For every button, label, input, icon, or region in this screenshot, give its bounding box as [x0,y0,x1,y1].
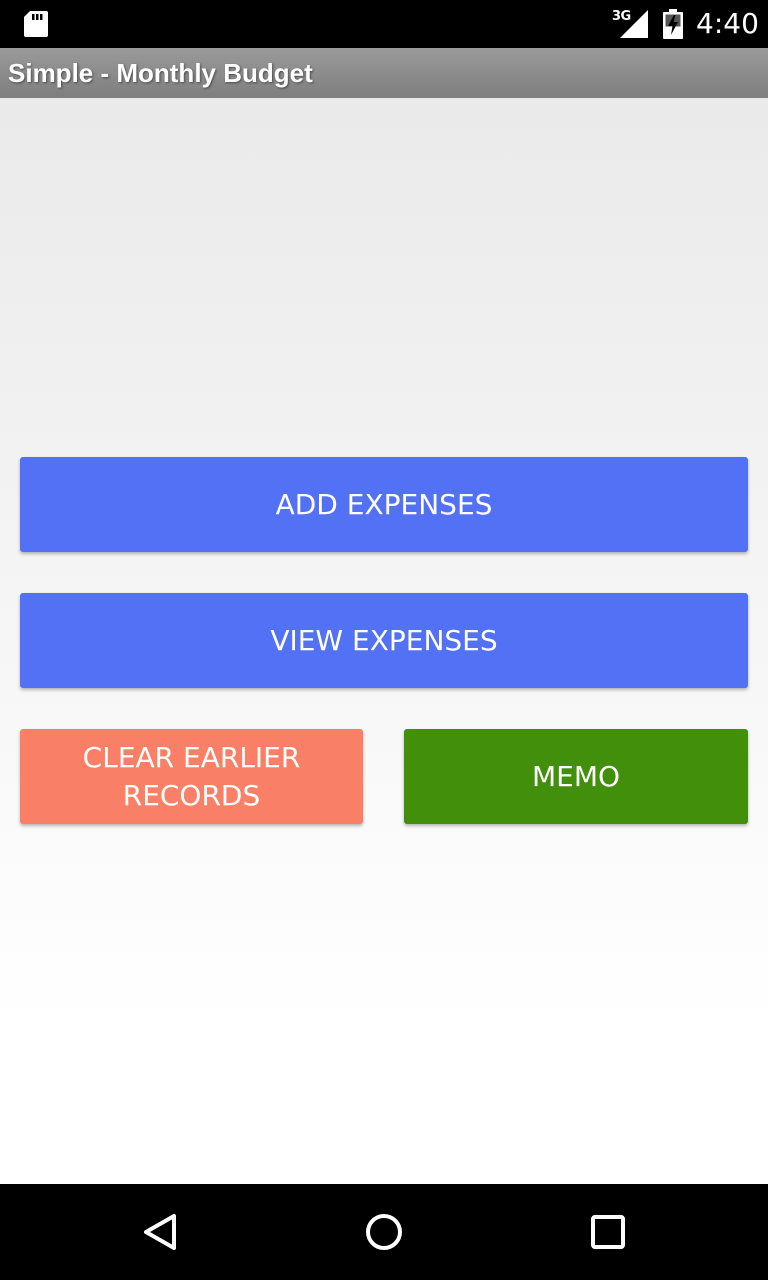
network-type-label: 3G [612,9,631,24]
status-bar: 3G 4:40 [0,0,768,48]
home-icon[interactable] [360,1208,408,1256]
action-bar: Simple - Monthly Budget [0,48,768,98]
recents-icon[interactable] [584,1208,632,1256]
memo-button[interactable]: MEMO [404,729,748,824]
screen: 3G 4:40 Simple - Monthly Budget ADD EXPE… [0,0,768,1280]
status-time: 4:40 [696,7,759,40]
view-expenses-button[interactable]: VIEW EXPENSES [20,593,748,688]
back-icon[interactable] [136,1208,184,1256]
sd-card-icon [24,11,48,37]
clear-earlier-records-button[interactable]: CLEAR EARLIER RECORDS [20,729,363,824]
app-title: Simple - Monthly Budget [8,58,313,88]
battery-charging-icon [663,9,683,39]
main-content: ADD EXPENSES VIEW EXPENSES CLEAR EARLIER… [0,98,768,1184]
add-expenses-button[interactable]: ADD EXPENSES [20,457,748,552]
navigation-bar [0,1184,768,1280]
